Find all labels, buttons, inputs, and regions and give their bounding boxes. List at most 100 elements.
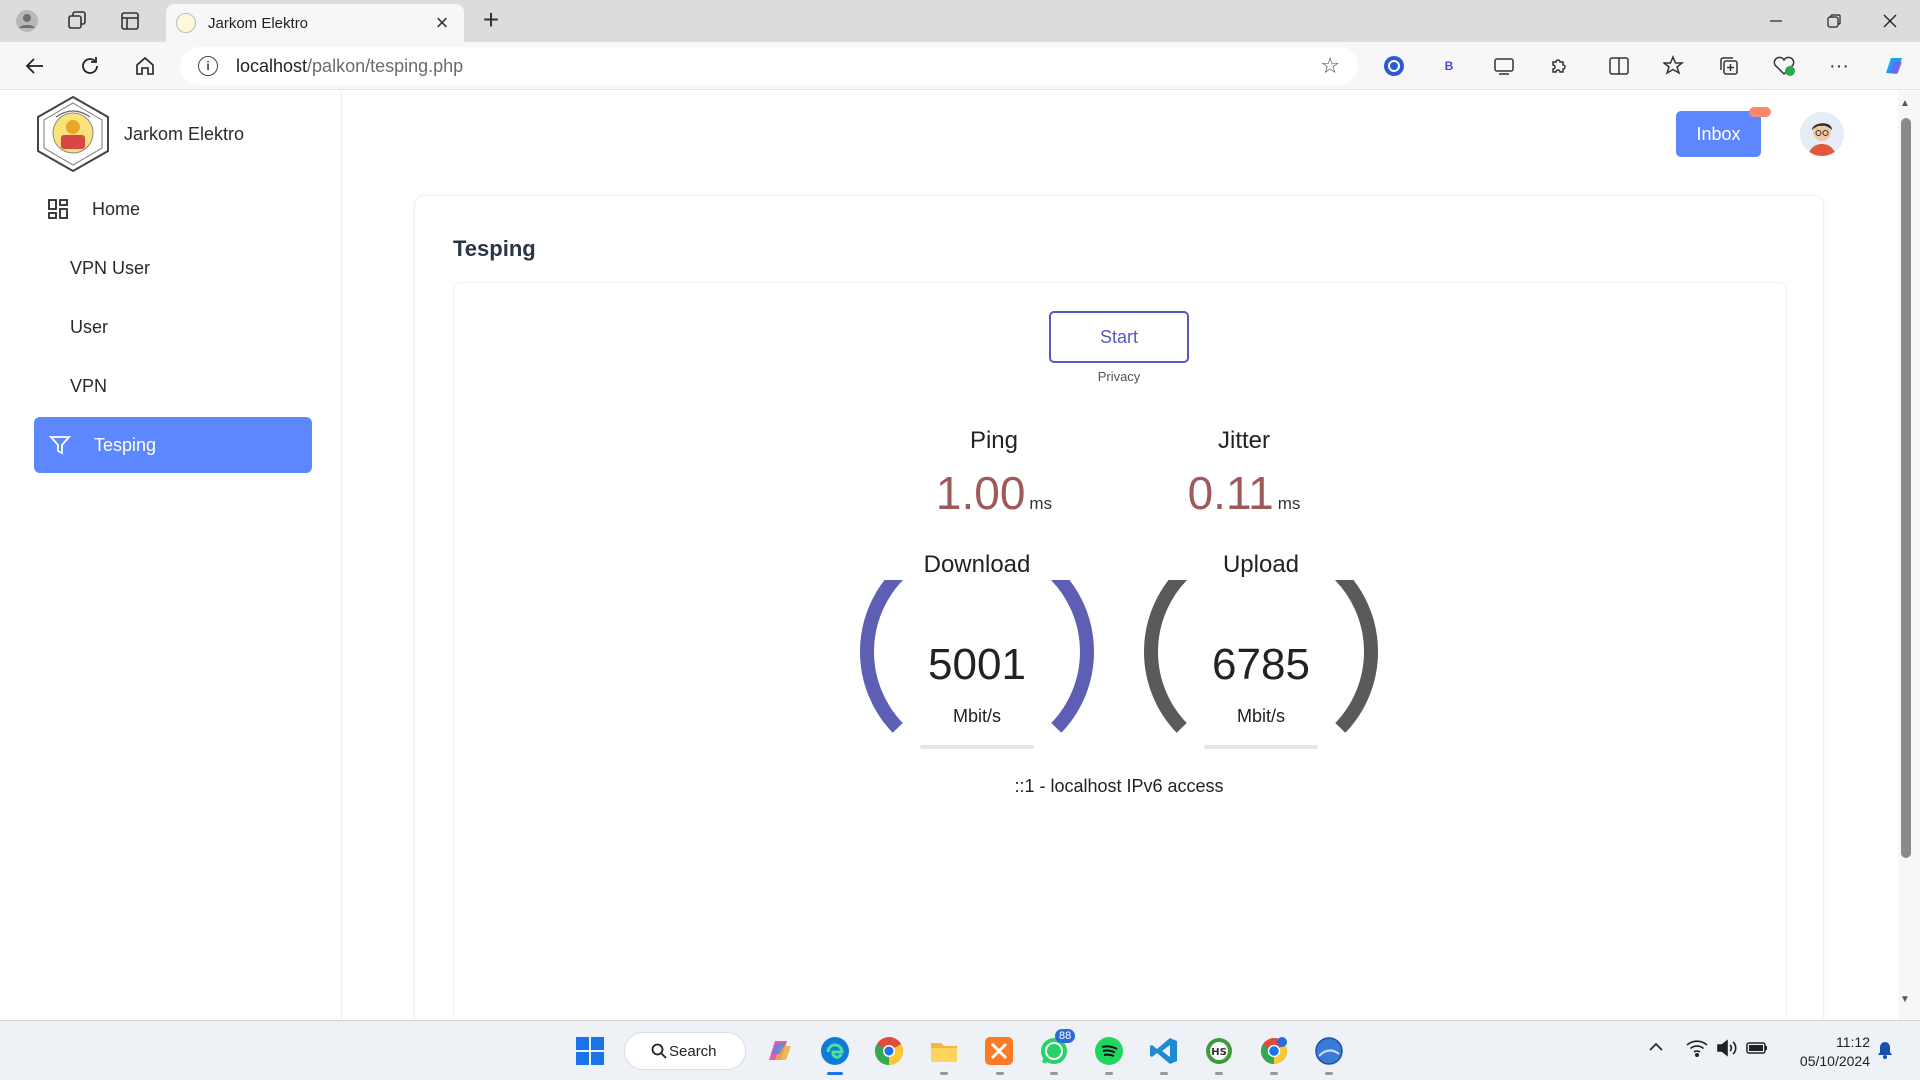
- svg-text:HS: HS: [1211, 1047, 1227, 1058]
- url-host: localhost: [236, 55, 308, 76]
- jitter-label: Jitter: [1217, 427, 1270, 454]
- new-tab-icon[interactable]: +: [476, 6, 506, 36]
- upload-progress-bar: [1204, 745, 1318, 749]
- taskbar-search[interactable]: Search: [624, 1032, 746, 1070]
- collections-icon[interactable]: [1715, 52, 1743, 80]
- windows-start-icon[interactable]: [574, 1035, 606, 1067]
- download-unit: Mbit/s: [952, 706, 1001, 726]
- running-indicator: [1160, 1072, 1168, 1075]
- sidebar-item-vpn-user[interactable]: VPN User: [34, 240, 312, 296]
- taskbar: Search 88 HS 11:12 05/10/2024: [0, 1020, 1920, 1080]
- address-bar[interactable]: i localhost/palkon/tesping.php ☆: [180, 47, 1358, 85]
- filter-icon: [48, 433, 72, 457]
- url-path: /palkon/tesping.php: [307, 55, 464, 76]
- vertical-tabs-icon[interactable]: [115, 6, 145, 36]
- sidebar-item-vpn[interactable]: VPN: [34, 358, 312, 414]
- sidebar-item-tesping[interactable]: Tesping: [34, 417, 312, 473]
- ping-label: Ping: [969, 427, 1019, 454]
- browser-tab-bar: Jarkom Elektro × +: [0, 0, 1920, 42]
- close-tab-icon[interactable]: ×: [430, 10, 454, 36]
- more-menu-icon[interactable]: ···: [1825, 52, 1853, 80]
- favorites-icon[interactable]: [1660, 52, 1688, 80]
- taskbar-search-label: Search: [669, 1042, 717, 1060]
- window-close-icon[interactable]: [1862, 0, 1918, 42]
- start-button[interactable]: Start: [1049, 311, 1189, 363]
- extension-circle-icon[interactable]: [1380, 52, 1408, 80]
- avatar[interactable]: [1800, 112, 1844, 156]
- extension-b-icon[interactable]: B: [1435, 52, 1463, 80]
- scroll-down-icon[interactable]: ▼: [1900, 994, 1910, 1005]
- site-favicon-icon: [176, 13, 196, 33]
- sidebar-item-label: Tesping: [94, 434, 157, 455]
- extensions-puzzle-icon[interactable]: [1545, 52, 1573, 80]
- download-label: Download: [923, 551, 1031, 578]
- copilot-icon[interactable]: [1880, 52, 1908, 80]
- chrome-app-icon[interactable]: [873, 1035, 905, 1067]
- browser-tab-active[interactable]: Jarkom Elektro ×: [166, 4, 464, 42]
- running-indicator: [1215, 1072, 1223, 1075]
- restore-icon[interactable]: [1806, 0, 1862, 42]
- edge-active-indicator: [827, 1072, 843, 1075]
- brand-name: Jarkom Elektro: [124, 123, 245, 144]
- volume-icon[interactable]: [1716, 1039, 1738, 1062]
- download-progress-bar: [920, 745, 1034, 749]
- back-icon[interactable]: [20, 51, 50, 81]
- vscode-icon[interactable]: [1148, 1035, 1180, 1067]
- cast-icon[interactable]: [1490, 52, 1518, 80]
- home-icon[interactable]: [130, 51, 160, 81]
- search-icon: [651, 1043, 667, 1059]
- upload-label: Upload: [1222, 551, 1300, 578]
- sidebar-nav: Home VPN User User VPN Tesping: [34, 181, 312, 476]
- copilot-app-icon[interactable]: [764, 1035, 796, 1067]
- download-value: 5001: [928, 640, 1026, 689]
- wifi-icon[interactable]: [1686, 1039, 1708, 1062]
- sidebar-item-label: User: [70, 316, 109, 337]
- running-indicator: [1050, 1072, 1058, 1075]
- ping-value: 1.00 ms: [894, 466, 1094, 520]
- scroll-up-icon[interactable]: ▲: [1900, 98, 1910, 109]
- workspaces-icon[interactable]: [62, 6, 92, 36]
- jitter-value: 0.11 ms: [1144, 466, 1344, 520]
- reload-icon[interactable]: [75, 51, 105, 81]
- sidebar-item-label: Home: [92, 198, 141, 219]
- xampp-icon[interactable]: [983, 1035, 1015, 1067]
- address-url: localhost/palkon/tesping.php: [236, 56, 1320, 77]
- jitter-number: 0.11: [1187, 467, 1274, 519]
- app-sphere-icon[interactable]: [1313, 1035, 1345, 1067]
- ping-number: 1.00: [935, 467, 1026, 519]
- inbox-button[interactable]: Inbox: [1676, 111, 1761, 157]
- minimize-icon[interactable]: [1748, 0, 1804, 42]
- running-indicator: [1105, 1072, 1113, 1075]
- site-info-icon[interactable]: i: [198, 56, 218, 76]
- battery-icon[interactable]: [1746, 1039, 1768, 1062]
- edge-app-icon[interactable]: [819, 1035, 851, 1067]
- profile-icon[interactable]: [12, 6, 42, 36]
- privacy-link[interactable]: Privacy: [1049, 369, 1189, 384]
- tray-chevron-icon[interactable]: [1648, 1039, 1664, 1060]
- sidebar-item-user[interactable]: User: [34, 299, 312, 355]
- file-explorer-icon[interactable]: [928, 1035, 960, 1067]
- jitter-unit: ms: [1277, 494, 1301, 513]
- speedtest-panel: [453, 282, 1787, 1019]
- clock-time: 11:12: [1836, 1034, 1870, 1050]
- sidebar-item-label: VPN: [70, 375, 108, 396]
- notification-bell-icon[interactable]: [1876, 1041, 1894, 1064]
- dashboard-icon: [46, 197, 70, 221]
- heidisql-icon[interactable]: HS: [1203, 1035, 1235, 1067]
- favorite-star-icon[interactable]: ☆: [1320, 53, 1340, 79]
- chrome-profile-icon[interactable]: [1258, 1035, 1290, 1067]
- clock-date: 05/10/2024: [1799, 1053, 1870, 1069]
- system-clock[interactable]: 11:12 05/10/2024: [1780, 1033, 1870, 1071]
- spotify-icon[interactable]: [1093, 1035, 1125, 1067]
- tab-title: Jarkom Elektro: [208, 14, 309, 32]
- running-indicator: [1270, 1072, 1278, 1075]
- browser-essentials-icon[interactable]: [1770, 52, 1798, 80]
- brand[interactable]: Jarkom Elektro: [34, 95, 244, 173]
- split-screen-icon[interactable]: [1605, 52, 1633, 80]
- ip-info: ::1 - localhost IPv6 access: [1014, 776, 1224, 796]
- notification-dot: [1749, 107, 1771, 117]
- running-indicator: [996, 1072, 1004, 1075]
- whatsapp-unread-badge: 88: [1055, 1029, 1076, 1043]
- sidebar-item-home[interactable]: Home: [34, 181, 312, 237]
- scrollbar-thumb[interactable]: [1901, 118, 1911, 858]
